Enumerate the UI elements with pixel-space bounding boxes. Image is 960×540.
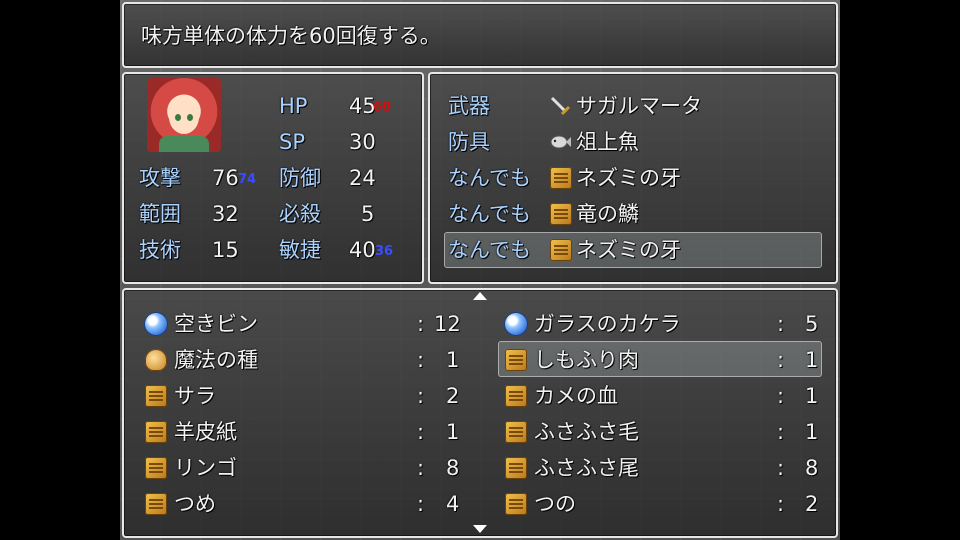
equip-slot-armor[interactable]: 防具	[448, 129, 490, 155]
atk-delta: 74	[238, 172, 257, 187]
inv-right-sep-4: :	[777, 456, 785, 480]
agi-delta: 36	[375, 244, 394, 259]
equip-slot-any-2[interactable]: なんでも	[448, 201, 531, 227]
inv-right-qty-0: 5	[805, 312, 819, 336]
inv-left-qty-1: 1	[446, 348, 460, 372]
tech-label: 技術	[139, 238, 181, 262]
inv-left-qty-2: 2	[446, 384, 460, 408]
inv-right-qty-4: 8	[805, 456, 819, 480]
agi-label: 敏捷	[279, 238, 321, 262]
inv-left-sep-0: :	[417, 312, 425, 336]
equip-item-any-1[interactable]: ネズミの牙	[576, 165, 681, 191]
inv-right-name-0[interactable]: ガラスのカケラ	[534, 311, 681, 337]
tech-value: 15	[212, 238, 239, 262]
def-value: 24	[349, 166, 376, 190]
item-icon	[505, 493, 527, 515]
scroll-up-arrow[interactable]	[472, 291, 488, 301]
inv-left-name-3[interactable]: 羊皮紙	[174, 419, 237, 445]
item-icon	[550, 203, 572, 225]
range-label: 範囲	[139, 202, 181, 226]
inv-left-qty-4: 8	[446, 456, 460, 480]
crit-value: 5	[361, 202, 375, 226]
inv-right-sep-1: :	[777, 348, 785, 372]
crit-label: 必殺	[279, 202, 321, 226]
atk-value: 76	[212, 166, 239, 190]
equip-item-any-3[interactable]: ネズミの牙	[576, 237, 681, 263]
fish-icon	[550, 135, 571, 149]
inv-right-sep-0: :	[777, 312, 785, 336]
orb-icon	[505, 313, 527, 335]
inv-left-name-1[interactable]: 魔法の種	[174, 347, 258, 373]
inv-right-name-4[interactable]: ふさふさ尾	[534, 455, 639, 481]
inv-left-sep-4: :	[417, 456, 425, 480]
item-icon	[145, 457, 167, 479]
inv-left-qty-5: 4	[446, 492, 460, 516]
equip-item-any-2[interactable]: 竜の鱗	[576, 201, 639, 227]
inv-right-sep-5: :	[777, 492, 785, 516]
sp-label: SP	[279, 130, 305, 154]
inv-left-qty-0: 12	[434, 312, 461, 336]
inv-right-name-5[interactable]: つの	[534, 491, 576, 517]
inv-left-sep-3: :	[417, 420, 425, 444]
range-value: 32	[212, 202, 239, 226]
item-icon	[505, 457, 527, 479]
inv-right-name-2[interactable]: カメの血	[534, 383, 618, 409]
item-icon	[145, 385, 167, 407]
equip-item-weapon[interactable]: サガルマータ	[576, 93, 702, 119]
agi-value: 40	[349, 238, 376, 262]
inv-left-qty-3: 1	[446, 420, 460, 444]
sp-value: 30	[349, 130, 376, 154]
equip-slot-any-3[interactable]: なんでも	[448, 237, 531, 263]
item-icon	[505, 349, 527, 371]
item-icon	[550, 239, 572, 261]
item-icon	[505, 385, 527, 407]
seed-icon	[145, 349, 167, 371]
inv-left-name-2[interactable]: サラ	[174, 383, 216, 409]
item-icon	[145, 493, 167, 515]
inv-right-sep-3: :	[777, 420, 785, 444]
inv-left-name-4[interactable]: リンゴ	[174, 455, 237, 481]
atk-label: 攻撃	[139, 166, 181, 190]
item-icon	[550, 167, 572, 189]
def-label: 防御	[279, 166, 321, 190]
inv-right-sep-2: :	[777, 384, 785, 408]
help-text: 味方単体の体力を60回復する。	[141, 24, 441, 48]
equip-slot-weapon[interactable]: 武器	[448, 93, 490, 119]
character-portrait	[147, 78, 221, 152]
inv-left-name-5[interactable]: つめ	[174, 491, 216, 517]
equip-item-armor[interactable]: 俎上魚	[576, 129, 639, 155]
item-icon	[505, 421, 527, 443]
inv-right-name-3[interactable]: ふさふさ毛	[534, 419, 639, 445]
inv-left-sep-5: :	[417, 492, 425, 516]
inv-left-sep-1: :	[417, 348, 425, 372]
orb-icon	[145, 313, 167, 335]
equip-slot-any-1[interactable]: なんでも	[448, 165, 531, 191]
hp-delta: 60	[373, 100, 392, 115]
scroll-down-arrow[interactable]	[472, 524, 488, 534]
inv-right-qty-2: 1	[805, 384, 819, 408]
inv-right-qty-3: 1	[805, 420, 819, 444]
inv-right-qty-5: 2	[805, 492, 819, 516]
inv-left-name-0[interactable]: 空きビン	[174, 311, 258, 337]
inv-left-sep-2: :	[417, 384, 425, 408]
hp-value: 45	[349, 94, 376, 118]
hp-label: HP	[279, 94, 308, 118]
sword-icon	[550, 96, 571, 116]
inv-right-name-1[interactable]: しもふり肉	[534, 347, 639, 373]
inv-right-qty-1: 1	[805, 348, 819, 372]
item-icon	[145, 421, 167, 443]
